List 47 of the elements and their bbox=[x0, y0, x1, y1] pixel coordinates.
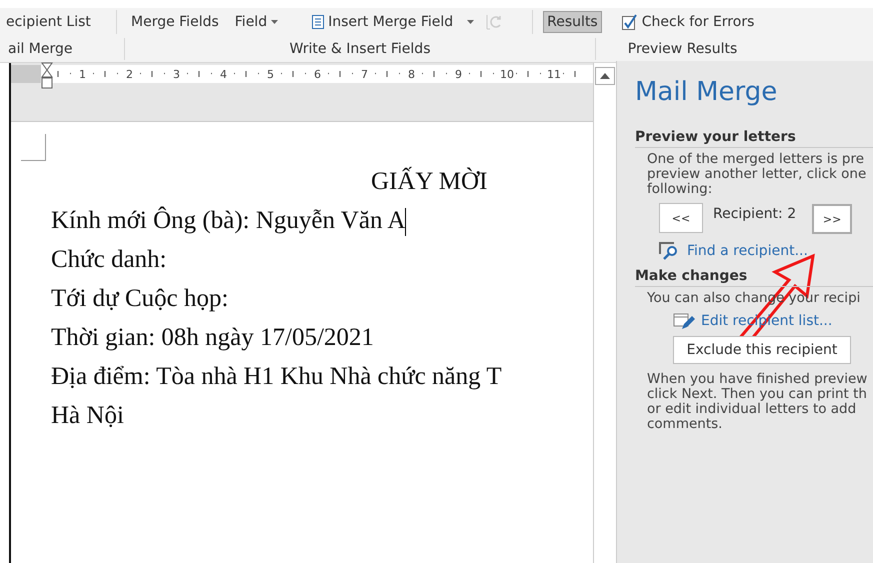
group-label: Preview Results bbox=[626, 41, 738, 57]
section-heading: Make changes bbox=[635, 268, 873, 287]
insert-merge-field-button[interactable]: Insert Merge Field bbox=[304, 11, 462, 33]
find-recipient-link[interactable]: Find a recipient... bbox=[687, 243, 808, 259]
field-dropdown[interactable]: Field bbox=[226, 11, 286, 33]
ruler-number: 5 bbox=[266, 68, 275, 80]
recipient-number: Recipient: 2 bbox=[713, 206, 796, 222]
ruler-number: 11 bbox=[547, 68, 558, 80]
results-toggle[interactable]: Results bbox=[543, 11, 602, 33]
instruction-text: One of the merged letters is pre preview another letter, click one following: bbox=[646, 152, 868, 197]
section-heading: Preview your letters bbox=[635, 129, 873, 148]
document-icon bbox=[312, 15, 324, 29]
pane-title: Mail Merge bbox=[635, 77, 778, 107]
ruler-number: 4 bbox=[219, 68, 228, 80]
ribbon-button[interactable]: Merge Fields bbox=[123, 11, 227, 33]
ruler-number: 2 bbox=[125, 68, 134, 80]
document-heading: GIẤY MỜI bbox=[370, 166, 488, 197]
caret-icon[interactable] bbox=[467, 20, 474, 24]
indent-marker[interactable] bbox=[41, 62, 53, 90]
group-label: Write & Insert Fields bbox=[288, 41, 432, 57]
ruler-number: 7 bbox=[360, 68, 369, 80]
ruler-number: 9 bbox=[454, 68, 463, 80]
ribbon-button[interactable]: ecipient List bbox=[0, 11, 110, 33]
ruler-margin bbox=[11, 65, 41, 83]
ruler-number: 10 bbox=[500, 68, 511, 80]
previous-recipient-button[interactable]: << bbox=[659, 203, 703, 233]
document-text: Địa điểm: Tòa nhà H1 Khu Nhà chức năng T bbox=[51, 362, 503, 392]
scrollbar[interactable] bbox=[593, 63, 616, 563]
document-text: Chức danh: bbox=[51, 245, 168, 275]
check-for-errors-button[interactable]: Check for Errors bbox=[614, 11, 762, 33]
ruler-number: 3 bbox=[172, 68, 181, 80]
scroll-up-icon[interactable] bbox=[595, 67, 615, 85]
checklist-icon bbox=[622, 14, 638, 30]
group-label: ail Merge bbox=[7, 41, 74, 57]
document-text: Kính mới Ông (bà): Nguyễn Văn A bbox=[51, 201, 593, 240]
document-text: Thời gian: 08h ngày 17/05/2021 bbox=[51, 323, 375, 353]
document-text: Tới dự Cuộc họp: bbox=[51, 284, 230, 314]
edit-list-icon bbox=[673, 312, 695, 330]
document-text: Hà Nội bbox=[51, 401, 125, 431]
ruler-number: 1 bbox=[78, 68, 87, 80]
caret-icon bbox=[271, 20, 278, 24]
ruler-number: 6 bbox=[313, 68, 322, 80]
next-recipient-button[interactable]: >> bbox=[812, 204, 852, 234]
ruler-number: 8 bbox=[407, 68, 416, 80]
exclude-recipient-button[interactable]: Exclude this recipient bbox=[673, 336, 851, 364]
instruction-text: When you have finished preview click Next. Then you can print th or edit individual letters to add comments. bbox=[646, 372, 868, 432]
margin-corner-mark bbox=[21, 134, 46, 161]
